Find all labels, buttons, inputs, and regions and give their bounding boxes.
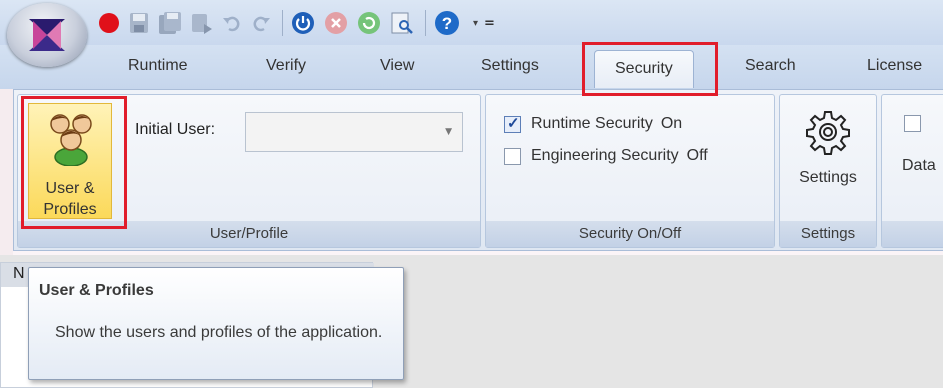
user-profiles-button-label: User & Profiles	[29, 178, 111, 220]
data-checkbox[interactable]	[904, 115, 921, 132]
initial-user-label: Initial User:	[135, 121, 216, 138]
user-profile-group-label: User/Profile	[18, 221, 480, 247]
user-profiles-button[interactable]: User & Profiles	[28, 103, 112, 219]
power-icon[interactable]	[291, 11, 315, 35]
label-line-1: User &	[45, 180, 95, 197]
quick-access-icons: ? ▾ =	[98, 8, 495, 38]
initial-user-combobox[interactable]: ▼	[245, 112, 463, 152]
checkmark-icon: ✓	[507, 114, 520, 132]
separator	[425, 10, 426, 36]
tab-view[interactable]: View	[380, 57, 414, 75]
settings-button[interactable]: Settings	[780, 95, 876, 219]
data-label: Data	[902, 157, 936, 174]
panel-header-label: N	[13, 265, 25, 282]
user-profile-group: User & Profiles Initial User: ▼ User/Pro…	[17, 94, 481, 248]
tooltip-body: Show the users and profiles of the appli…	[55, 324, 383, 341]
help-dropdown-arrow[interactable]: ▾	[473, 18, 478, 29]
settings-group: Settings Settings	[779, 94, 877, 248]
engineering-security-row[interactable]: Engineering Security Off	[504, 147, 708, 165]
undo-icon[interactable]	[222, 13, 242, 33]
data-group-label	[882, 221, 943, 247]
record-icon[interactable]	[98, 12, 120, 34]
tab-settings[interactable]: Settings	[481, 57, 539, 75]
background-strip	[0, 89, 13, 259]
runtime-security-row[interactable]: ✓ Runtime Security On	[504, 115, 682, 133]
settings-button-label: Settings	[799, 169, 857, 186]
save-icon[interactable]	[129, 12, 149, 34]
tooltip-title: User & Profiles	[39, 282, 154, 299]
security-onoff-group-label: Security On/Off	[486, 221, 774, 247]
tab-license[interactable]: License	[867, 57, 922, 75]
find-icon[interactable]	[390, 11, 414, 35]
redo-icon[interactable]	[251, 13, 271, 33]
security-onoff-group: ✓ Runtime Security On Engineering Securi…	[485, 94, 775, 248]
gear-icon	[806, 111, 850, 155]
refresh-icon[interactable]	[357, 11, 381, 35]
tooltip: User & Profiles Show the users and profi…	[28, 267, 404, 380]
engineering-security-checkbox[interactable]	[504, 147, 521, 165]
app-logo-icon	[29, 19, 65, 51]
users-icon	[50, 114, 92, 166]
engineering-security-state: Off	[686, 147, 708, 164]
publish-icon[interactable]	[191, 12, 213, 34]
tab-security[interactable]: Security	[594, 50, 694, 88]
runtime-security-checkbox[interactable]: ✓	[504, 114, 521, 133]
data-group: Data	[881, 94, 943, 248]
tab-runtime[interactable]: Runtime	[128, 57, 188, 75]
help-icon[interactable]: ?	[434, 10, 460, 36]
ribbon-tab-strip: Runtime Verify View Settings Security Se…	[0, 45, 943, 89]
application-menu-button[interactable]	[7, 3, 87, 67]
chevron-down-icon: ▼	[445, 127, 452, 137]
customize-toolbar-button[interactable]: =	[484, 16, 495, 31]
save-all-icon[interactable]	[158, 11, 182, 35]
quick-access-toolbar: ? ▾ =	[0, 0, 943, 45]
stop-icon[interactable]	[324, 11, 348, 35]
label-line-2: Profiles	[43, 201, 97, 218]
engineering-security-label: Engineering Security	[531, 147, 679, 164]
settings-group-label: Settings	[780, 221, 876, 247]
ribbon-panel: User & Profiles Initial User: ▼ User/Pro…	[13, 89, 943, 251]
svg-text:?: ?	[442, 14, 452, 33]
separator	[282, 10, 283, 36]
tab-search[interactable]: Search	[745, 57, 796, 75]
runtime-security-label: Runtime Security	[531, 115, 653, 132]
runtime-security-state: On	[660, 115, 683, 132]
tab-verify[interactable]: Verify	[266, 57, 306, 75]
